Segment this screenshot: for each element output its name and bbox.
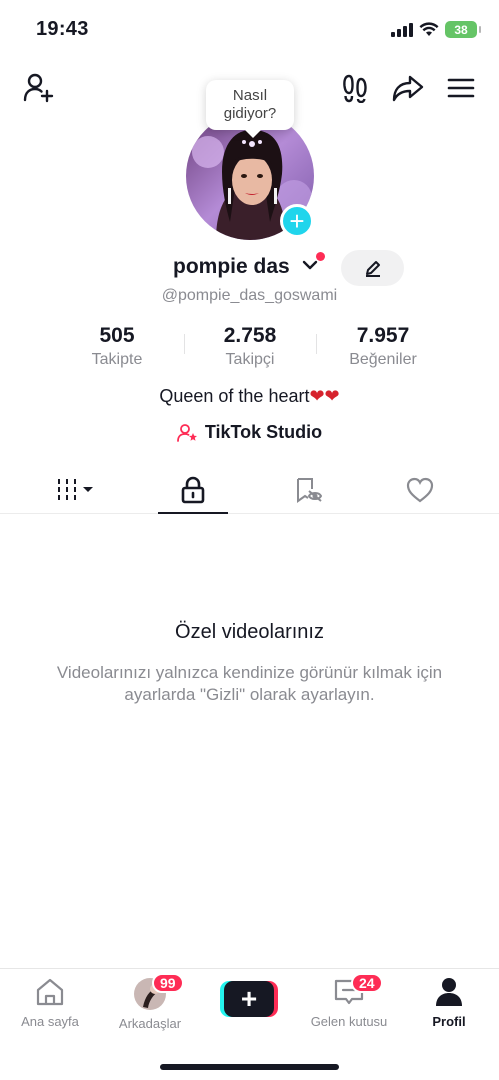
stat-divider: [184, 334, 185, 354]
stat-label: Beğeniler: [349, 351, 417, 368]
nav-inbox[interactable]: 24 Gelen kutusu: [299, 973, 399, 1029]
nav-home[interactable]: Ana sayfa: [0, 977, 100, 1029]
profile-handle: @pompie_das_goswami: [161, 287, 338, 304]
profile-views-button[interactable]: [335, 68, 375, 108]
stat-divider: [316, 334, 317, 354]
nav-label: Ana sayfa: [21, 1014, 79, 1029]
nav-label: Gelen kutusu: [310, 1014, 388, 1029]
empty-state-title: Özel videolarınız: [175, 621, 324, 643]
status-prompt-tooltip[interactable]: Nasıl gidiyor?: [206, 80, 294, 138]
profile-name[interactable]: pompie das: [173, 255, 290, 279]
battery-level: 38: [454, 22, 468, 37]
hamburger-menu-icon: [447, 78, 475, 98]
home-icon: [36, 978, 64, 1006]
footprints-icon: [343, 74, 367, 103]
signal-icon: [391, 22, 413, 37]
nav-label: Arkadaşlar: [118, 1016, 182, 1031]
tab-videos[interactable]: [33, 466, 123, 513]
stat-value: 7.957: [356, 324, 410, 347]
pencil-icon: [365, 261, 380, 277]
edit-profile-button[interactable]: [341, 250, 404, 286]
wifi-icon: [419, 22, 439, 36]
bio-hearts: ❤❤: [309, 386, 340, 406]
profile-person-icon: [436, 978, 462, 1006]
add-user-icon: [23, 73, 54, 103]
create-button[interactable]: +: [220, 981, 278, 1017]
share-arrow-icon: [392, 75, 424, 102]
status-time: 19:43: [36, 18, 89, 40]
stat-followers[interactable]: 2.758 Takipçi: [190, 324, 310, 369]
add-story-button[interactable]: +: [280, 204, 314, 238]
battery-icon: 38: [445, 21, 481, 38]
friends-badge: 99: [152, 973, 184, 993]
plus-icon: +: [289, 206, 305, 236]
profile-stats: 505 Takipte 2.758 Takipçi 7.957 Beğenile…: [0, 324, 499, 374]
status-icons: 38: [391, 21, 481, 38]
grid-filter-icon: [58, 478, 93, 500]
tooltip-line-1: Nasıl: [232, 87, 268, 104]
menu-button[interactable]: [441, 68, 481, 108]
stat-value: 505: [99, 324, 135, 347]
studio-label: TikTok Studio: [204, 422, 323, 442]
nav-friends[interactable]: 99 Arkadaşlar: [100, 973, 200, 1031]
inbox-badge: 24: [351, 973, 383, 993]
stat-label: Takipçi: [225, 351, 275, 368]
chevron-down-icon[interactable]: [302, 259, 318, 271]
lock-icon: [181, 476, 205, 503]
content-tabs: [0, 466, 499, 514]
stat-label: Takipte: [91, 351, 143, 368]
tab-private[interactable]: [148, 466, 238, 514]
add-friend-button[interactable]: [18, 68, 58, 108]
empty-state-description: Videolarınızı yalnızca kendinize görünür…: [56, 663, 443, 704]
stat-value: 2.758: [223, 324, 277, 347]
share-button[interactable]: [388, 68, 428, 108]
creator-star-icon: [176, 423, 197, 442]
stat-likes[interactable]: 7.957 Beğeniler: [323, 324, 443, 369]
name-row: pompie das: [0, 250, 499, 286]
tab-saved[interactable]: [263, 466, 353, 513]
heart-outline-icon: [406, 477, 434, 502]
bookmark-hidden-icon: [297, 477, 322, 503]
nav-profile[interactable]: Profil: [399, 977, 499, 1029]
bio-text: Queen of the heart: [159, 386, 310, 406]
home-indicator: [160, 1064, 339, 1070]
stat-following[interactable]: 505 Takipte: [57, 324, 177, 369]
status-bar: 19:43 38: [0, 0, 499, 60]
tab-liked[interactable]: [375, 466, 465, 513]
plus-icon: +: [224, 981, 274, 1017]
nav-label: Profil: [432, 1014, 466, 1029]
profile-bio: Queen of the heart❤❤: [0, 386, 499, 407]
notification-dot: [316, 252, 325, 261]
tooltip-line-2: gidiyor?: [223, 105, 277, 122]
tiktok-studio-link[interactable]: TikTok Studio: [0, 422, 499, 443]
